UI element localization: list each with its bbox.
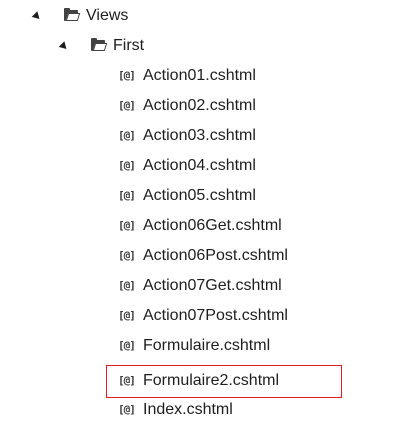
tree-file-item[interactable]: [@] Action07Post.cshtml [0,304,415,328]
razor-file-icon: [@] [118,403,136,416]
razor-file-icon: [@] [118,219,136,232]
file-label: Index.cshtml [143,401,233,418]
file-label: Action03.cshtml [143,127,256,144]
folder-icon [64,8,81,22]
tree-file-item[interactable]: [@] Action04.cshtml [0,154,415,178]
razor-file-icon: [@] [118,279,136,292]
highlight-box [106,365,342,398]
file-label: Action05.cshtml [143,187,256,204]
tree-file-item[interactable]: [@] Action06Post.cshtml [0,244,415,268]
expand-arrow-icon[interactable] [58,41,70,52]
tree-file-item[interactable]: [@] Action06Get.cshtml [0,214,415,238]
expand-arrow-icon[interactable] [31,11,43,22]
file-label: Action02.cshtml [143,97,256,114]
file-label: Action06Post.cshtml [143,247,288,264]
tree-file-item[interactable]: [@] Index.cshtml [0,398,415,422]
razor-file-icon: [@] [118,99,136,112]
tree-file-item[interactable]: [@] Action07Get.cshtml [0,274,415,298]
razor-file-icon: [@] [118,159,136,172]
tree-file-item[interactable]: [@] Action02.cshtml [0,94,415,118]
file-label: Action06Get.cshtml [143,217,282,234]
file-label: Action04.cshtml [143,157,256,174]
tree-folder-views[interactable]: Views [0,4,415,28]
razor-file-icon: [@] [118,129,136,142]
folder-icon [91,38,108,52]
razor-file-icon: [@] [118,309,136,322]
tree-file-item[interactable]: [@] Action01.cshtml [0,64,415,88]
tree-file-item[interactable]: [@] Action05.cshtml [0,184,415,208]
file-label: Action07Get.cshtml [143,277,282,294]
tree-folder-first[interactable]: First [0,34,415,58]
folder-label-first: First [113,37,145,54]
tree-file-item[interactable]: [@] Action03.cshtml [0,124,415,148]
file-label: Action07Post.cshtml [143,307,288,324]
razor-file-icon: [@] [118,249,136,262]
tree-file-item[interactable]: [@] Formulaire.cshtml [0,334,415,358]
razor-file-icon: [@] [118,189,136,202]
razor-file-icon: [@] [118,339,136,352]
file-label: Formulaire.cshtml [143,337,271,354]
file-label: Action01.cshtml [143,67,256,84]
folder-label-views: Views [86,7,129,24]
razor-file-icon: [@] [118,69,136,82]
